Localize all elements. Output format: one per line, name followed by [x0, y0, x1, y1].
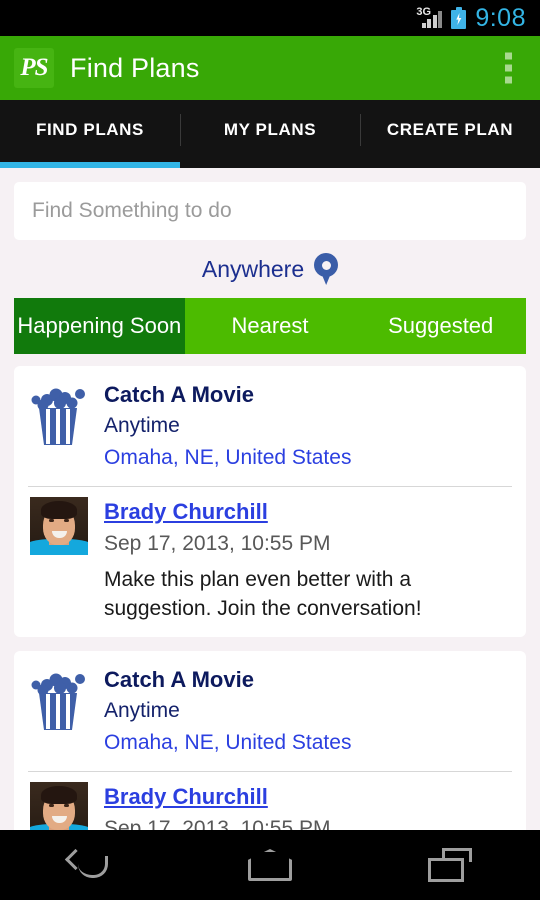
- page-title: Find Plans: [70, 52, 200, 83]
- status-bar: 3G 9:08: [0, 0, 540, 36]
- recent-apps-icon: [428, 848, 472, 882]
- popcorn-icon: [30, 668, 88, 734]
- map-pin-icon: [314, 253, 339, 285]
- plan-card[interactable]: Catch A Movie Anytime Omaha, NE, United …: [14, 651, 526, 830]
- plan-location[interactable]: Omaha, NE, United States: [104, 442, 510, 474]
- overflow-menu-icon[interactable]: [499, 47, 518, 90]
- plan-timestamp: Sep 17, 2013, 10:55 PM: [104, 817, 331, 830]
- tab-label: FIND PLANS: [36, 120, 144, 139]
- back-button[interactable]: [44, 837, 136, 893]
- plan-details: Catch A Movie Anytime Omaha, NE, United …: [104, 665, 510, 759]
- plan-author-section: Brady Churchill Sep 17, 2013, 10:55 PM M…: [14, 487, 526, 637]
- author-name-link[interactable]: Brady Churchill: [104, 497, 510, 527]
- avatar[interactable]: [30, 782, 88, 830]
- popcorn-icon: [30, 383, 88, 449]
- location-label: Anywhere: [201, 255, 305, 282]
- home-button[interactable]: [224, 837, 316, 893]
- phone-screen: 3G 9:08 PS Find Plans FIND PLANS MY PLAN…: [0, 0, 540, 900]
- plan-card[interactable]: Catch A Movie Anytime Omaha, NE, United …: [14, 366, 526, 637]
- location-selector[interactable]: Anywhere: [0, 240, 540, 298]
- plan-summary: Catch A Movie Anytime Omaha, NE, United …: [14, 651, 526, 771]
- plan-title: Catch A Movie: [104, 382, 254, 407]
- plan-message: Make this plan even better with a sugges…: [104, 568, 422, 620]
- home-icon: [248, 849, 292, 881]
- avatar[interactable]: [30, 497, 88, 555]
- search-section: Find Something to do: [0, 168, 540, 240]
- tab-label: CREATE PLAN: [386, 120, 514, 139]
- back-icon: [64, 848, 112, 880]
- tab-label: MY PLANS: [223, 120, 317, 139]
- plan-timestamp: Sep 17, 2013, 10:55 PM: [104, 532, 331, 555]
- plan-summary: Catch A Movie Anytime Omaha, NE, United …: [14, 366, 526, 486]
- plan-location[interactable]: Omaha, NE, United States: [104, 727, 510, 759]
- plan-title: Catch A Movie: [104, 667, 254, 692]
- filter-nearest[interactable]: Nearest: [184, 298, 356, 354]
- filter-section: Happening Soon Nearest Suggested: [0, 298, 540, 354]
- author-details: Brady Churchill Sep 17, 2013, 10:55 PM: [104, 782, 510, 830]
- filter-happening-soon[interactable]: Happening Soon: [14, 298, 185, 354]
- status-bar-clock: 9:08: [475, 4, 526, 32]
- tab-bar: FIND PLANS MY PLANS CREATE PLAN: [0, 100, 540, 168]
- app-logo[interactable]: PS: [14, 48, 54, 88]
- recents-button[interactable]: [404, 837, 496, 893]
- main-content: Find Something to do Anywhere Happening …: [0, 168, 540, 830]
- tab-my-plans[interactable]: MY PLANS: [180, 100, 360, 168]
- author-details: Brady Churchill Sep 17, 2013, 10:55 PM M…: [104, 497, 510, 623]
- tab-find-plans[interactable]: FIND PLANS: [0, 100, 180, 168]
- action-bar: PS Find Plans: [0, 36, 540, 100]
- battery-charging-icon: [451, 7, 467, 29]
- plan-list: Catch A Movie Anytime Omaha, NE, United …: [0, 354, 540, 830]
- plan-time: Anytime: [104, 699, 180, 722]
- plan-time: Anytime: [104, 414, 180, 437]
- plan-details: Catch A Movie Anytime Omaha, NE, United …: [104, 380, 510, 474]
- filter-suggested[interactable]: Suggested: [355, 298, 526, 354]
- search-input[interactable]: Find Something to do: [14, 182, 526, 240]
- tab-create-plan[interactable]: CREATE PLAN: [360, 100, 540, 168]
- signal-bars-icon: 3G: [416, 7, 443, 29]
- system-navigation-bar: [0, 830, 540, 900]
- plan-author-section: Brady Churchill Sep 17, 2013, 10:55 PM: [14, 772, 526, 830]
- author-name-link[interactable]: Brady Churchill: [104, 782, 510, 812]
- filter-segmented-control: Happening Soon Nearest Suggested: [14, 298, 526, 354]
